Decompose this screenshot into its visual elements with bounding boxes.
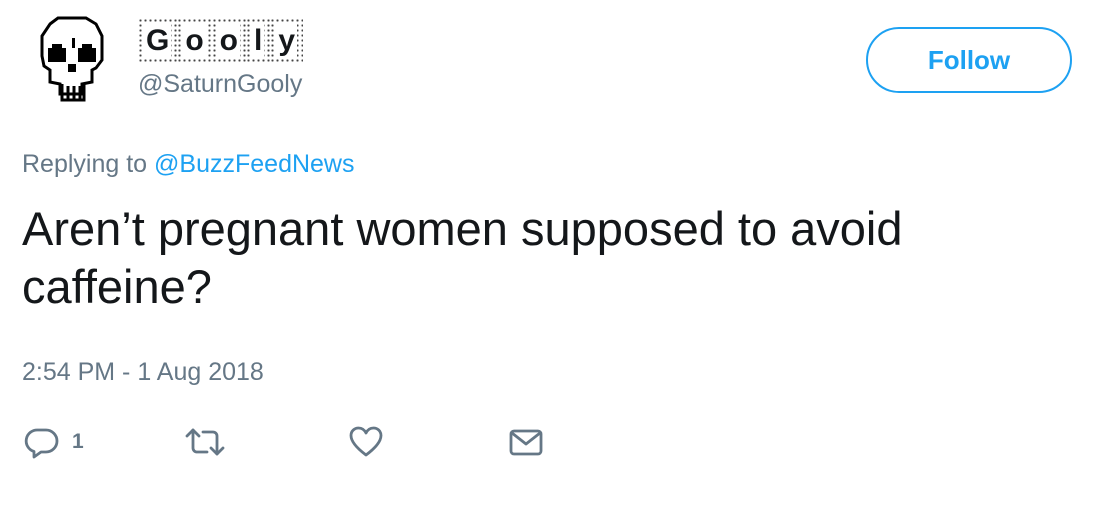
tweet-timestamp[interactable]: 2:54 PM - 1 Aug 2018 [22,358,264,387]
display-name-char: y [276,24,298,57]
reply-icon [24,428,59,459]
display-name-char: o [183,24,206,57]
follow-button[interactable]: Follow [866,27,1072,93]
display-name-char: G [144,24,172,57]
user-handle[interactable]: @SaturnGooly [138,70,302,99]
avatar[interactable] [36,14,108,106]
like-button[interactable] [348,424,384,460]
reply-context: Replying to @BuzzFeedNews [22,150,354,179]
like-icon [349,426,383,457]
reply-button[interactable]: 1 [24,424,84,460]
reply-prefix: Replying to [22,150,148,178]
envelope-icon [509,429,543,456]
tweet-text: Aren’t pregnant women supposed to avoid … [22,202,903,313]
reply-count: 1 [72,430,84,453]
display-name-char: l [252,24,265,57]
display-name[interactable]: G o o l y [138,18,304,64]
direct-message-button[interactable] [508,424,544,460]
retweet-button[interactable] [184,424,226,460]
display-name-char: o [217,24,240,57]
reply-target-link[interactable]: @BuzzFeedNews [154,150,354,178]
retweet-icon [185,428,225,456]
